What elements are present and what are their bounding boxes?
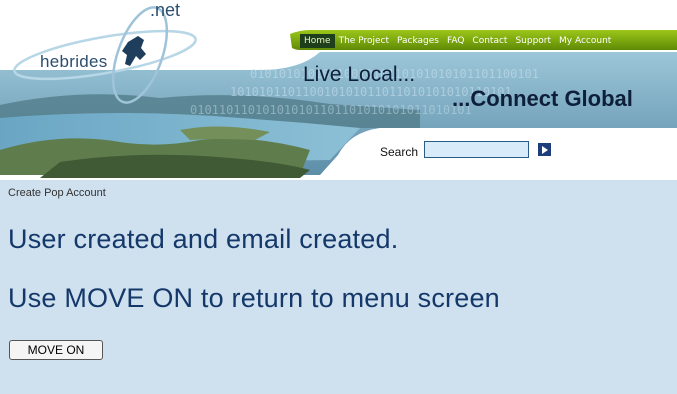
nav-contact[interactable]: Contact: [468, 34, 511, 48]
instruction-message: Use MOVE ON to return to menu screen: [8, 283, 500, 313]
site-header: 0101010101011001010110101010101101100101…: [0, 0, 677, 180]
nav-support[interactable]: Support: [511, 34, 555, 48]
search-input[interactable]: [424, 141, 529, 158]
status-message: User created and email created.: [8, 224, 399, 254]
nav-the-project[interactable]: The Project: [335, 34, 393, 48]
nav-my-account[interactable]: My Account: [555, 34, 615, 48]
logo-domain-suffix: .net: [150, 0, 181, 20]
logo-wordmark[interactable]: hebrides: [40, 52, 108, 72]
main-nav: Home The Project Packages FAQ Contact Su…: [300, 32, 677, 50]
move-on-button[interactable]: MOVE ON: [9, 340, 103, 360]
tagline-live-local: Live Local...: [303, 63, 416, 86]
search-submit-button[interactable]: [538, 143, 551, 156]
nav-home[interactable]: Home: [300, 34, 335, 48]
svg-text:010110110101010101101101010101: 010110110101010101101101010101011010101: [190, 103, 472, 117]
play-arrow-icon: [541, 145, 548, 154]
tagline-connect-global: ...Connect Global: [452, 86, 633, 111]
nav-packages[interactable]: Packages: [393, 34, 443, 48]
breadcrumb: Create Pop Account: [8, 187, 106, 199]
nav-faq[interactable]: FAQ: [443, 34, 468, 48]
search-label: Search: [380, 145, 419, 159]
